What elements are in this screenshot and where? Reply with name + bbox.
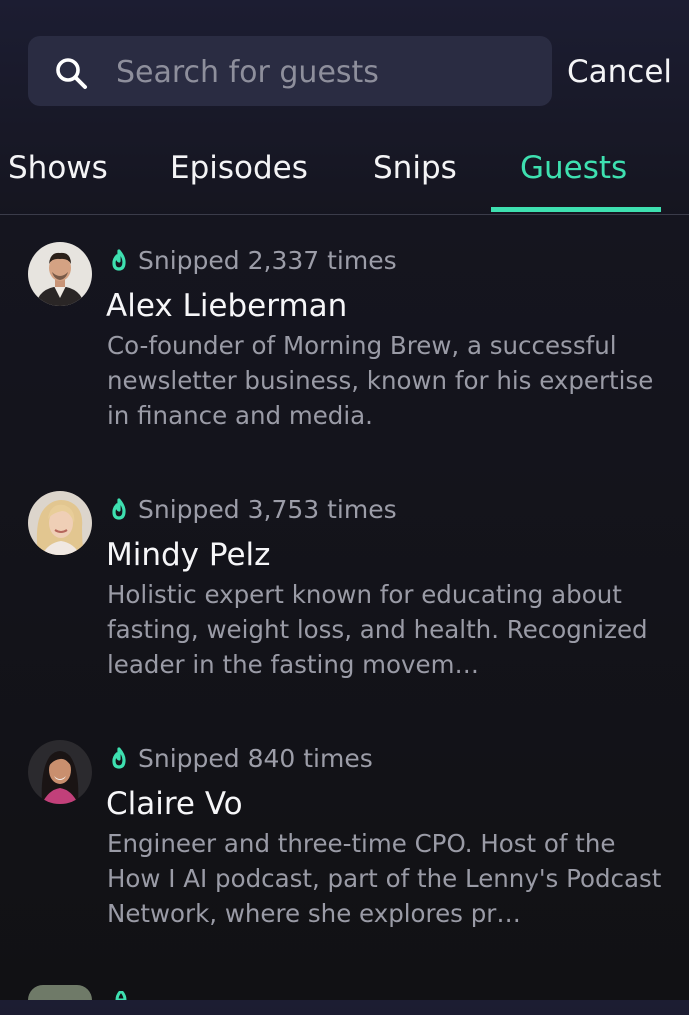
- guest-description: Engineer and three-time CPO. Host of the…: [107, 829, 662, 928]
- tab-guests[interactable]: Guests: [520, 148, 627, 188]
- guest-name: Mindy Pelz: [106, 537, 271, 573]
- guest-list-item[interactable]: Snipped 2,337 times Alex Lieberman Co-fo…: [0, 242, 689, 482]
- guest-description: Holistic expert known for educating abou…: [107, 580, 648, 679]
- active-tab-indicator: [491, 207, 661, 212]
- guest-list-item[interactable]: Snipped 840 times Claire Vo Engineer and…: [0, 740, 689, 980]
- guest-name: Alex Lieberman: [106, 288, 348, 324]
- flame-icon: [112, 249, 126, 271]
- search-box[interactable]: [28, 36, 552, 108]
- flame-icon: [115, 991, 127, 1000]
- guest-list-item-partial[interactable]: [0, 985, 689, 1015]
- guest-list-item[interactable]: Snipped 3,753 times Mindy Pelz Holistic …: [0, 491, 689, 731]
- snip-count: Snipped 2,337 times: [108, 244, 397, 278]
- search-header: Cancel: [0, 0, 689, 150]
- search-icon: [56, 58, 87, 89]
- guest-description: Co-founder of Morning Brew, a successful…: [107, 331, 654, 430]
- avatar: [28, 985, 92, 1000]
- snip-count-label: Snipped 2,337 times: [138, 246, 397, 275]
- tab-episodes[interactable]: Episodes: [170, 148, 308, 188]
- search-input[interactable]: [114, 36, 538, 108]
- snip-count: Snipped 3,753 times: [108, 493, 397, 527]
- snip-count: Snipped 840 times: [108, 742, 373, 776]
- tab-snips[interactable]: Snips: [373, 148, 457, 188]
- avatar: [28, 740, 92, 804]
- snip-count-label: Snipped 3,753 times: [138, 495, 397, 524]
- avatar: [28, 491, 92, 555]
- flame-icon: [112, 498, 126, 520]
- avatar: [28, 242, 92, 306]
- flame-icon: [112, 747, 126, 769]
- tab-shows[interactable]: Shows: [8, 148, 108, 188]
- guest-name: Claire Vo: [106, 786, 243, 822]
- cancel-button[interactable]: Cancel: [567, 52, 672, 92]
- tab-bar: Shows Episodes Snips Guests: [0, 140, 689, 215]
- snip-count-label: Snipped 840 times: [138, 744, 373, 773]
